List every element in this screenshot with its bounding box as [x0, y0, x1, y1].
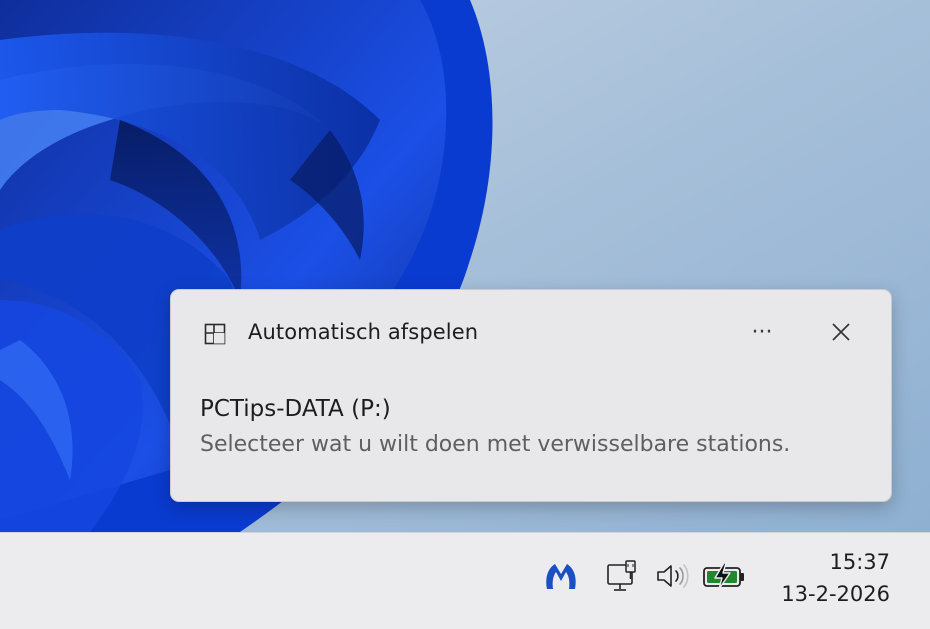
notification-message: Selecteer wat u wilt doen met verwisselb…	[200, 432, 791, 457]
close-button[interactable]	[823, 316, 859, 352]
taskbar: 15:37 13-2-2026	[0, 532, 930, 629]
notification-title: PCTips-DATA (P:)	[200, 396, 391, 422]
malwarebytes-tray-button[interactable]	[543, 559, 579, 597]
close-icon	[831, 322, 851, 346]
volume-icon	[654, 561, 690, 595]
battery-tray-button[interactable]	[700, 559, 748, 597]
autoplay-icon	[204, 323, 226, 345]
network-tray-button[interactable]	[604, 559, 642, 597]
clock-time: 15:37	[829, 550, 890, 574]
clock[interactable]: 15:37 13-2-2026	[760, 547, 890, 609]
autoplay-notification[interactable]: Automatisch afspelen ··· PCTips-DATA (P:…	[170, 289, 892, 502]
notification-app-name: Automatisch afspelen	[248, 320, 479, 344]
more-options-icon: ···	[751, 319, 773, 345]
network-icon	[606, 559, 640, 597]
volume-tray-button[interactable]	[652, 559, 692, 597]
battery-charging-icon	[702, 562, 746, 594]
clock-date: 13-2-2026	[781, 582, 890, 606]
malwarebytes-icon	[544, 561, 578, 595]
more-options-button[interactable]: ···	[743, 314, 781, 350]
